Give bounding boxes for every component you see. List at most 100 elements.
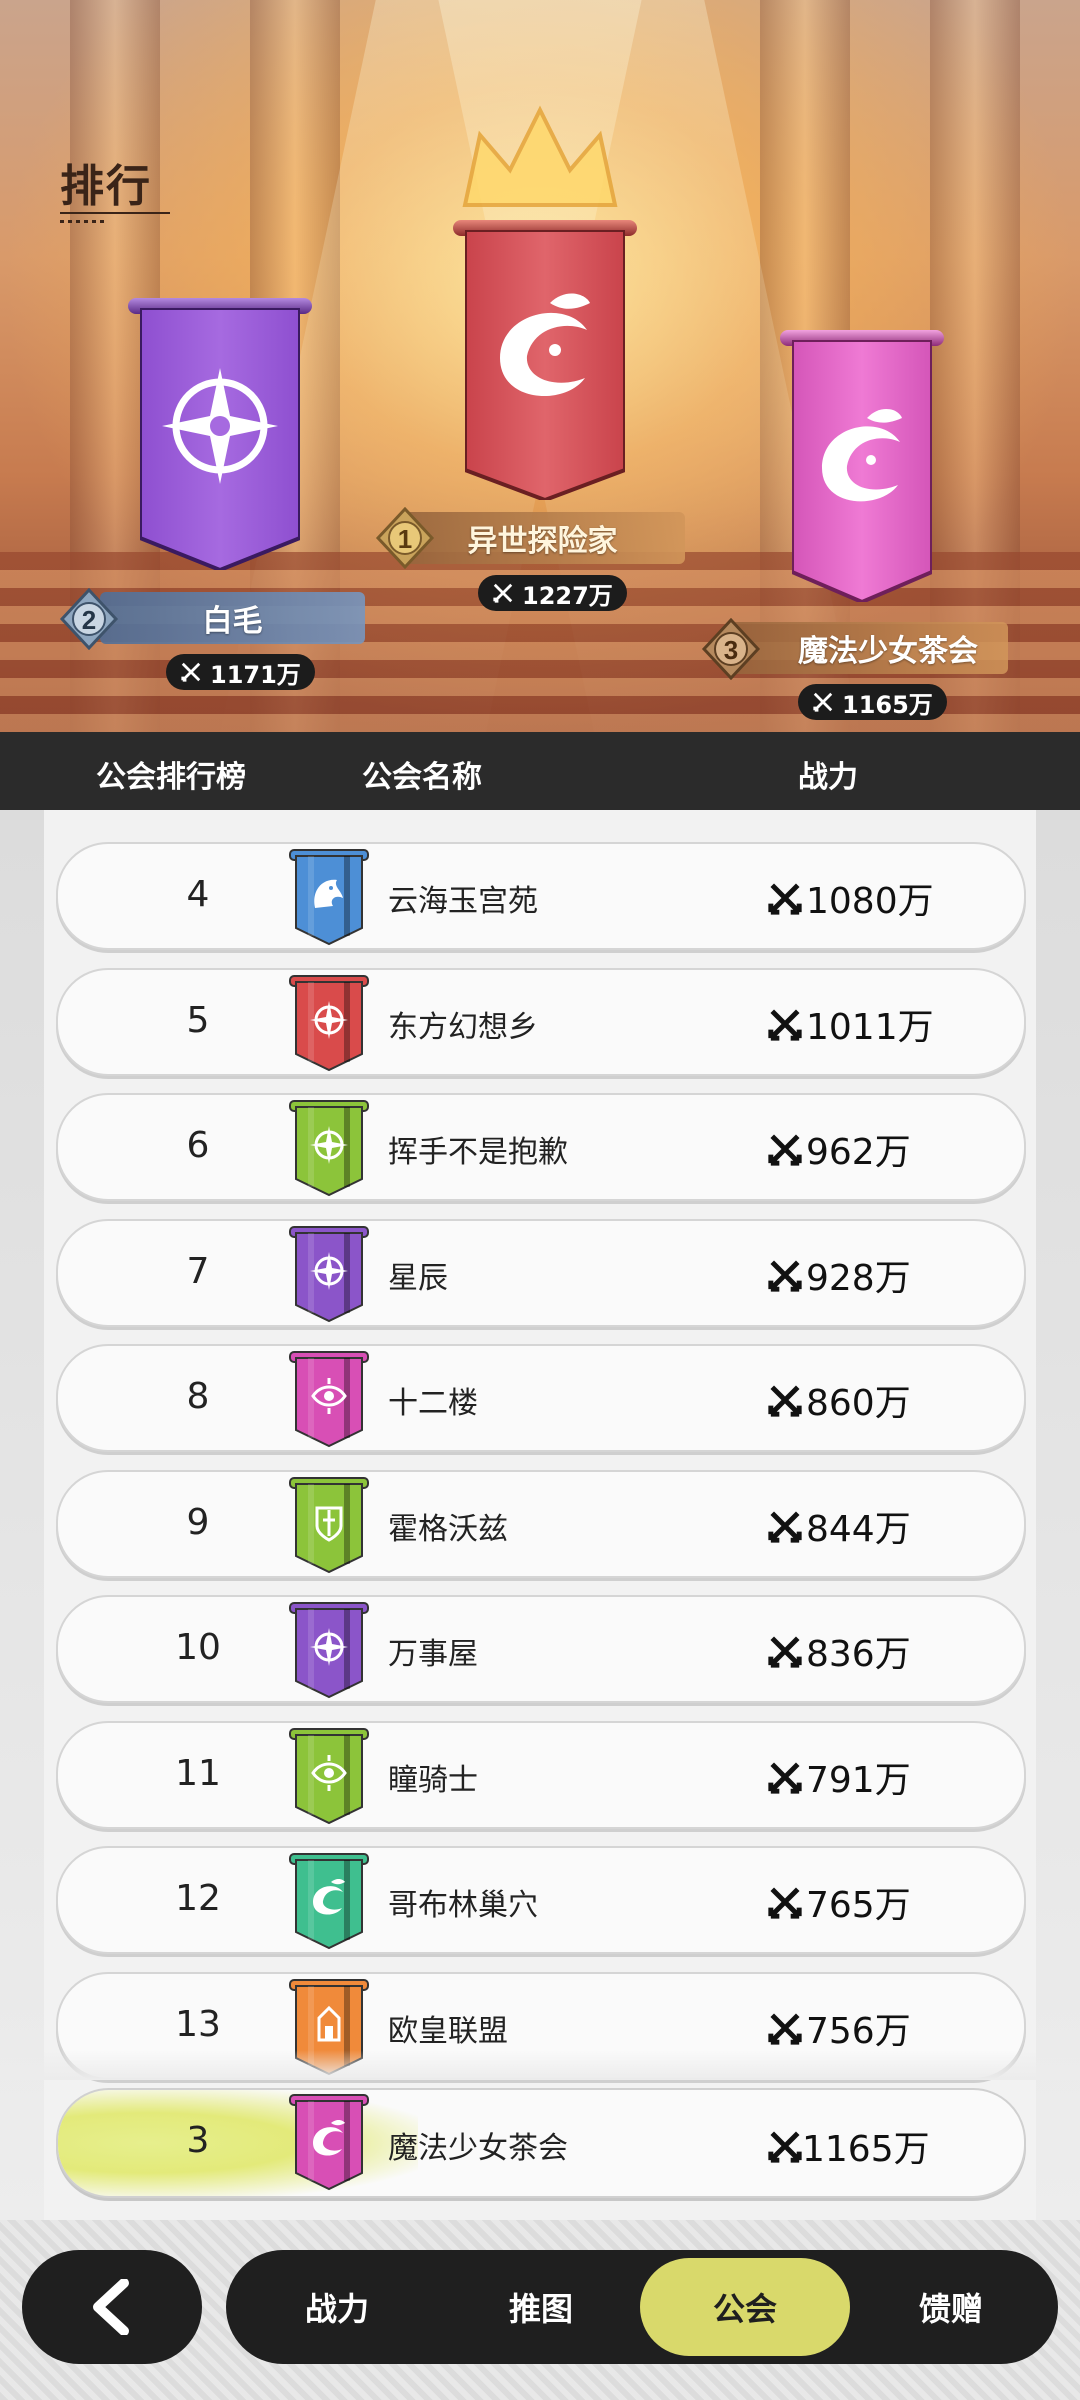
compass-star-icon xyxy=(289,1602,369,1699)
top3-name-plate[interactable]: 魔法少女茶会 xyxy=(728,622,1008,674)
tab-stage[interactable]: 推图 xyxy=(456,2250,626,2364)
table-row[interactable]: 5 东方幻想乡 1011万 xyxy=(56,967,1026,1076)
crossed-swords-icon xyxy=(813,692,833,712)
row-power: 1011万 xyxy=(768,998,934,1050)
table-row[interactable]: 6 挥手不是抱歉 962万 xyxy=(56,1093,1026,1201)
chevron-left-icon xyxy=(93,2279,129,2335)
row-rank: 4 xyxy=(186,874,210,915)
table-row[interactable]: 10 万事屋 836万 xyxy=(56,1595,1026,1703)
table-row[interactable]: 7 星辰 928万 xyxy=(56,1218,1026,1327)
row-guild-name: 星辰 xyxy=(388,1260,448,1296)
row-power: 962万 xyxy=(768,1123,911,1175)
page-title: 排行 xyxy=(60,161,152,212)
row-power: 844万 xyxy=(768,1500,911,1552)
dragon-leaf-icon xyxy=(289,2094,369,2191)
row-guild-name: 哥布林巢穴 xyxy=(388,1888,538,1923)
title-dots xyxy=(60,220,108,223)
crossed-swords-icon xyxy=(768,1134,802,1166)
title-underline xyxy=(60,212,170,214)
crossed-swords-icon xyxy=(768,1887,802,1919)
tab-guild[interactable]: 公会 xyxy=(640,2258,850,2356)
banner-rank-2[interactable] xyxy=(128,298,312,570)
tab-power[interactable]: 战力 xyxy=(252,2250,422,2364)
guild-emblem xyxy=(288,1476,370,1576)
top3-power: 1165万 xyxy=(798,684,947,720)
row-guild-name: 欧皇联盟 xyxy=(388,2013,508,2049)
guild-emblem xyxy=(288,1225,370,1325)
table-row[interactable]: 8 十二楼 860万 xyxy=(56,1344,1026,1452)
compass-star-icon xyxy=(289,1225,369,1322)
crossed-swords-icon xyxy=(768,1761,802,1794)
row-power: 860万 xyxy=(768,1374,911,1426)
guild-emblem xyxy=(288,848,370,948)
dragon-leaf-icon xyxy=(289,1853,369,1950)
top2-power: 1171万 xyxy=(166,654,315,690)
row-rank: 5 xyxy=(186,999,210,1041)
banner-cloth xyxy=(140,308,300,570)
table-row[interactable]: 12 哥布林巢穴 765万 xyxy=(56,1846,1026,1954)
row-rank: 13 xyxy=(175,2003,221,2045)
banner-rank-1[interactable] xyxy=(453,220,637,500)
banner-cloth xyxy=(792,340,932,602)
row-rank: 7 xyxy=(186,1250,210,1292)
row-rank: 10 xyxy=(175,1627,221,1668)
guild-emblem xyxy=(288,1601,370,1701)
rank-1-medal: 1 xyxy=(375,507,435,569)
top3-name: 魔法少女茶会 xyxy=(798,634,978,669)
crossed-swords-icon xyxy=(493,583,513,603)
crossed-swords-icon xyxy=(181,662,201,682)
tab-gift[interactable]: 馈赠 xyxy=(866,2250,1036,2364)
row-rank: 11 xyxy=(175,1752,221,1794)
dragon-icon xyxy=(289,849,369,946)
my-guild-emblem xyxy=(288,2093,370,2193)
svg-text:2: 2 xyxy=(82,605,96,635)
row-power: 756万 xyxy=(768,2002,911,2054)
header-power: 战力 xyxy=(798,760,858,795)
crossed-swords-icon xyxy=(768,1385,802,1417)
row-guild-name: 瞳骑士 xyxy=(388,1762,478,1798)
crossed-swords-icon xyxy=(768,1636,802,1668)
my-guild-power: 1165万 xyxy=(768,2120,930,2172)
row-power: 836万 xyxy=(768,1625,911,1677)
crossed-swords-icon xyxy=(768,883,802,915)
table-row[interactable]: 4 云海玉宫苑 1080万 xyxy=(56,842,1026,950)
table-row[interactable]: 11 瞳骑士 791万 xyxy=(56,1720,1026,1829)
guild-emblem xyxy=(288,1350,370,1450)
my-guild-rank: 3 xyxy=(186,2120,210,2161)
banner-cloth xyxy=(465,230,625,500)
row-guild-name: 万事屋 xyxy=(388,1637,478,1672)
compass-star-icon xyxy=(289,974,369,1071)
svg-text:1: 1 xyxy=(398,524,412,554)
my-guild-name: 魔法少女茶会 xyxy=(388,2131,568,2166)
crossed-swords-icon xyxy=(768,1510,802,1543)
list-fade xyxy=(0,2050,1080,2080)
back-button[interactable] xyxy=(22,2250,202,2364)
table-row[interactable]: 9 霍格沃兹 844万 xyxy=(56,1469,1026,1578)
row-rank: 12 xyxy=(175,1878,221,1919)
row-guild-name: 霍格沃兹 xyxy=(388,1511,508,1547)
guild-emblem xyxy=(288,974,370,1074)
row-rank: 6 xyxy=(186,1125,210,1166)
row-power: 1080万 xyxy=(768,872,934,924)
row-rank: 8 xyxy=(186,1376,210,1417)
guild-emblem xyxy=(288,1852,370,1952)
table-header: 公会排行榜 公会名称 战力 xyxy=(0,732,1080,810)
top1-power: 1227万 xyxy=(478,575,627,611)
top2-name-plate[interactable]: 白毛 xyxy=(100,592,365,644)
header-name: 公会名称 xyxy=(362,760,482,795)
top1-name: 异世探险家 xyxy=(467,524,618,559)
crown-icon xyxy=(462,105,618,207)
compass-star-icon xyxy=(289,1100,369,1197)
top1-name-plate[interactable]: 异世探险家 xyxy=(400,512,685,564)
my-guild-row[interactable]: 3 魔法少女茶会 1165万 xyxy=(56,2088,1026,2198)
crossed-swords-icon xyxy=(768,2012,802,2045)
row-rank: 9 xyxy=(186,1501,210,1543)
row-power: 928万 xyxy=(768,1249,911,1301)
eye-icon xyxy=(289,1727,369,1824)
rank-2-medal: 2 xyxy=(59,588,119,650)
row-guild-name: 十二楼 xyxy=(388,1386,478,1421)
top2-name: 白毛 xyxy=(202,604,263,639)
eye-icon xyxy=(289,1351,369,1448)
banner-rank-3[interactable] xyxy=(780,330,944,602)
rank-3-medal: 3 xyxy=(701,618,761,680)
